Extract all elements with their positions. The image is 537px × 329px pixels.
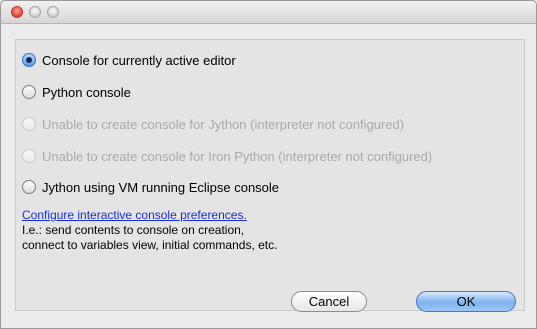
preferences-description-line: I.e.: send contents to console on creati… — [22, 223, 245, 237]
option-label: Console for currently active editor — [42, 52, 236, 68]
ok-button[interactable]: OK — [416, 291, 516, 312]
option-jython-unavailable: Unable to create console for Jython (int… — [22, 115, 404, 133]
option-label: Unable to create console for Iron Python… — [42, 148, 433, 164]
radio-icon[interactable] — [22, 180, 36, 194]
radio-disabled-icon — [22, 149, 36, 163]
radio-disabled-icon — [22, 117, 36, 131]
title-bar[interactable] — [1, 1, 536, 24]
option-jython-vm[interactable]: Jython using VM running Eclipse console — [22, 178, 279, 196]
radio-selected-icon[interactable] — [22, 53, 36, 67]
zoom-icon[interactable] — [47, 6, 59, 18]
option-label: Jython using VM running Eclipse console — [42, 179, 280, 195]
preferences-description-line: connect to variables view, initial comma… — [22, 238, 278, 252]
option-label: Unable to create console for Jython (int… — [42, 116, 405, 132]
minimize-icon[interactable] — [29, 6, 41, 18]
close-icon[interactable] — [11, 6, 23, 18]
cancel-button[interactable]: Cancel — [291, 291, 367, 312]
option-ironpython-unavailable: Unable to create console for Iron Python… — [22, 147, 432, 165]
option-label: Python console — [42, 84, 131, 100]
option-python-console[interactable]: Python console — [22, 83, 131, 101]
console-selection-dialog: Console for currently active editor Pyth… — [0, 0, 537, 329]
dialog-content-panel — [15, 39, 525, 311]
configure-preferences-link[interactable]: Configure interactive console preference… — [22, 208, 247, 222]
option-active-editor[interactable]: Console for currently active editor — [22, 51, 236, 69]
radio-icon[interactable] — [22, 85, 36, 99]
